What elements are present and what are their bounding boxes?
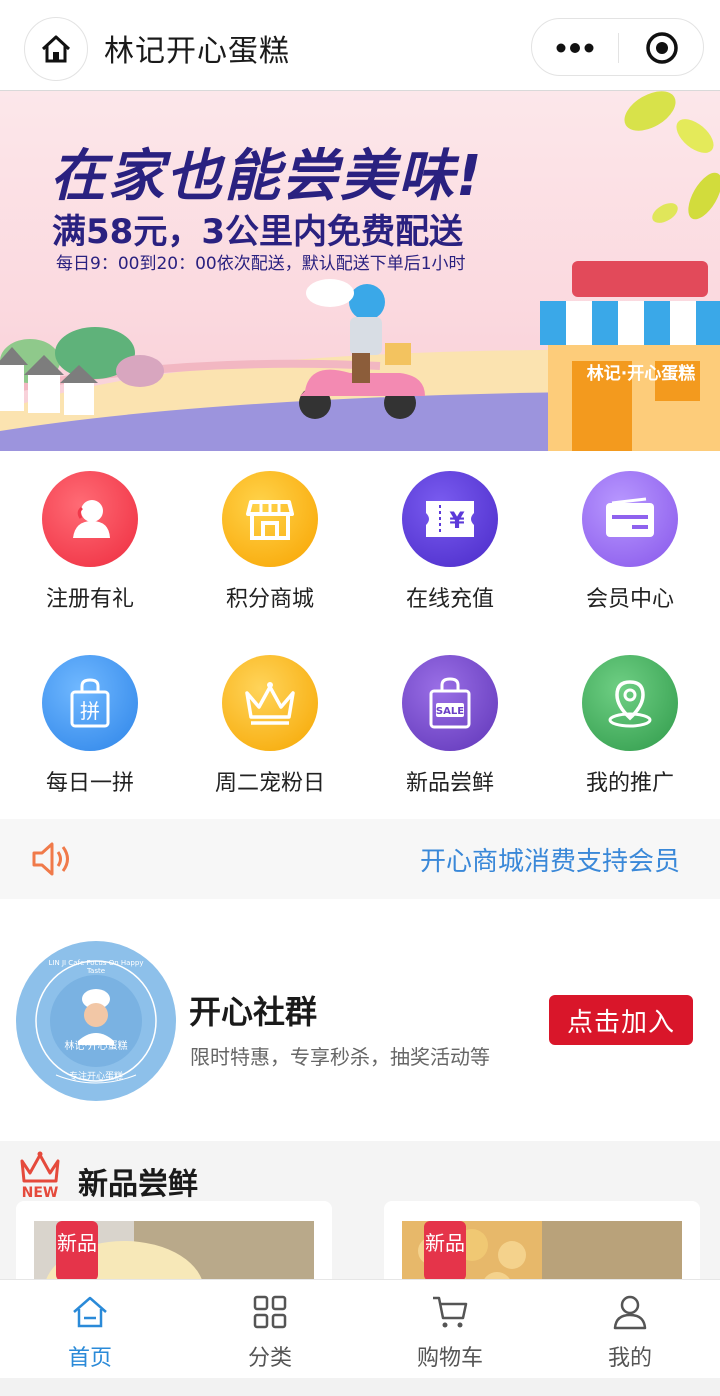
notice-text: 开心商城消费支持会员 bbox=[420, 847, 681, 877]
new-products-section: NEW 新品尝鲜 新品 新品 bbox=[0, 1141, 720, 1279]
home-button[interactable] bbox=[24, 17, 88, 81]
location-icon bbox=[582, 655, 678, 751]
banner-headline: 在家也能尝美味! bbox=[50, 144, 484, 209]
svg-text:SALE: SALE bbox=[436, 706, 464, 717]
user-icon bbox=[42, 471, 138, 567]
section-title: 新品尝鲜 bbox=[78, 1167, 198, 1202]
svg-text:拼: 拼 bbox=[80, 699, 100, 723]
speaker-icon bbox=[30, 839, 74, 883]
tab-cart[interactable]: 购物车 bbox=[360, 1280, 540, 1380]
notice-bar[interactable]: 开心商城消费支持会员 bbox=[0, 819, 720, 899]
bag-pin-icon: 拼 bbox=[42, 655, 138, 751]
svg-text:¥: ¥ bbox=[449, 509, 465, 534]
grid-label: 会员中心 bbox=[585, 587, 674, 612]
brand-logo: 林记·开心蛋糕 LIN JI Cafe Focus On Happy Taste… bbox=[16, 941, 176, 1101]
cart-icon bbox=[430, 1292, 470, 1332]
grid-icon bbox=[250, 1292, 290, 1332]
new-tag: 新品 bbox=[424, 1221, 466, 1279]
tab-label: 首页 bbox=[67, 1346, 112, 1371]
promo-banner[interactable]: 在家也能尝美味! 满58元，3公里内免费配送 每日9：00到20：00依次配送，… bbox=[0, 91, 720, 451]
community-title: 开心社群 bbox=[189, 993, 318, 1031]
page-title: 林记开心蛋糕 bbox=[104, 34, 290, 69]
grid-label: 积分商城 bbox=[225, 587, 314, 612]
product-card[interactable]: 新品 bbox=[16, 1201, 332, 1279]
sale-bag-icon: SALE bbox=[402, 655, 498, 751]
logo-brand-text: 林记·开心蛋糕 bbox=[64, 1041, 128, 1052]
tab-label: 购物车 bbox=[416, 1346, 483, 1371]
banner-subheadline: 满58元，3公里内免费配送 bbox=[52, 212, 463, 252]
grid-item-my-promotion[interactable]: 我的推广 bbox=[540, 635, 720, 819]
tab-category[interactable]: 分类 bbox=[180, 1280, 360, 1380]
tab-home[interactable]: 首页 bbox=[0, 1280, 180, 1380]
tab-label: 分类 bbox=[247, 1346, 292, 1371]
close-button[interactable] bbox=[619, 19, 705, 77]
tab-label: 我的 bbox=[607, 1346, 652, 1371]
grid-item-daily-group[interactable]: 拼 每日一拼 bbox=[0, 635, 180, 819]
home-indicator-area bbox=[0, 1378, 720, 1396]
top-navigation-bar: 林记开心蛋糕 bbox=[0, 0, 720, 91]
grid-item-new-taste[interactable]: SALE 新品尝鲜 bbox=[360, 635, 540, 819]
community-section: 林记·开心蛋糕 LIN JI Cafe Focus On Happy Taste… bbox=[0, 899, 720, 1141]
grid-item-register-gift[interactable]: 注册有礼 bbox=[0, 451, 180, 635]
ticket-yen-icon: ¥ bbox=[402, 471, 498, 567]
crown-icon bbox=[222, 655, 318, 751]
grid-item-member-center[interactable]: 会员中心 bbox=[540, 451, 720, 635]
join-community-button[interactable]: 点击加入 bbox=[549, 995, 693, 1045]
logo-bottom-text: 专注开心蛋糕 bbox=[68, 1072, 123, 1082]
grid-item-tuesday-fan-day[interactable]: 周二宠粉日 bbox=[180, 635, 360, 819]
grid-label: 每日一拼 bbox=[45, 771, 134, 796]
card-icon bbox=[582, 471, 678, 567]
grid-label: 周二宠粉日 bbox=[214, 771, 325, 796]
new-badge-text: NEW bbox=[21, 1185, 59, 1201]
grid-label: 在线充值 bbox=[405, 587, 494, 612]
new-tag: 新品 bbox=[56, 1221, 98, 1279]
home-icon bbox=[41, 35, 71, 63]
shop-sign: 林记·开心蛋糕 bbox=[586, 364, 696, 384]
store-icon bbox=[222, 471, 318, 567]
logo-ring-text: LIN JI Cafe Focus On Happy Taste bbox=[48, 959, 144, 975]
new-crown-icon: NEW bbox=[16, 1149, 64, 1203]
product-card[interactable]: 新品 bbox=[384, 1201, 700, 1279]
grid-label: 我的推广 bbox=[585, 771, 674, 796]
banner-detail: 每日9：00到20：00依次配送，默认配送下单后1小时 bbox=[56, 254, 466, 274]
community-description: 限时特惠，专享秒杀，抽奖活动等 bbox=[190, 1045, 490, 1069]
grid-item-online-recharge[interactable]: ¥ 在线充值 bbox=[360, 451, 540, 635]
mini-program-capsule bbox=[531, 18, 704, 76]
home-icon bbox=[70, 1292, 110, 1332]
more-dots-icon bbox=[556, 43, 594, 53]
target-circle-icon bbox=[646, 32, 678, 64]
grid-label: 注册有礼 bbox=[45, 587, 134, 612]
profile-icon bbox=[610, 1292, 650, 1332]
grid-label: 新品尝鲜 bbox=[405, 771, 494, 796]
grid-item-points-mall[interactable]: 积分商城 bbox=[180, 451, 360, 635]
tab-mine[interactable]: 我的 bbox=[540, 1280, 720, 1380]
feature-grid: 注册有礼 积分商城 ¥ 在线充值 会员中心 拼 每日一拼 周二宠粉日 SALE bbox=[0, 451, 720, 819]
more-button[interactable] bbox=[532, 19, 618, 77]
